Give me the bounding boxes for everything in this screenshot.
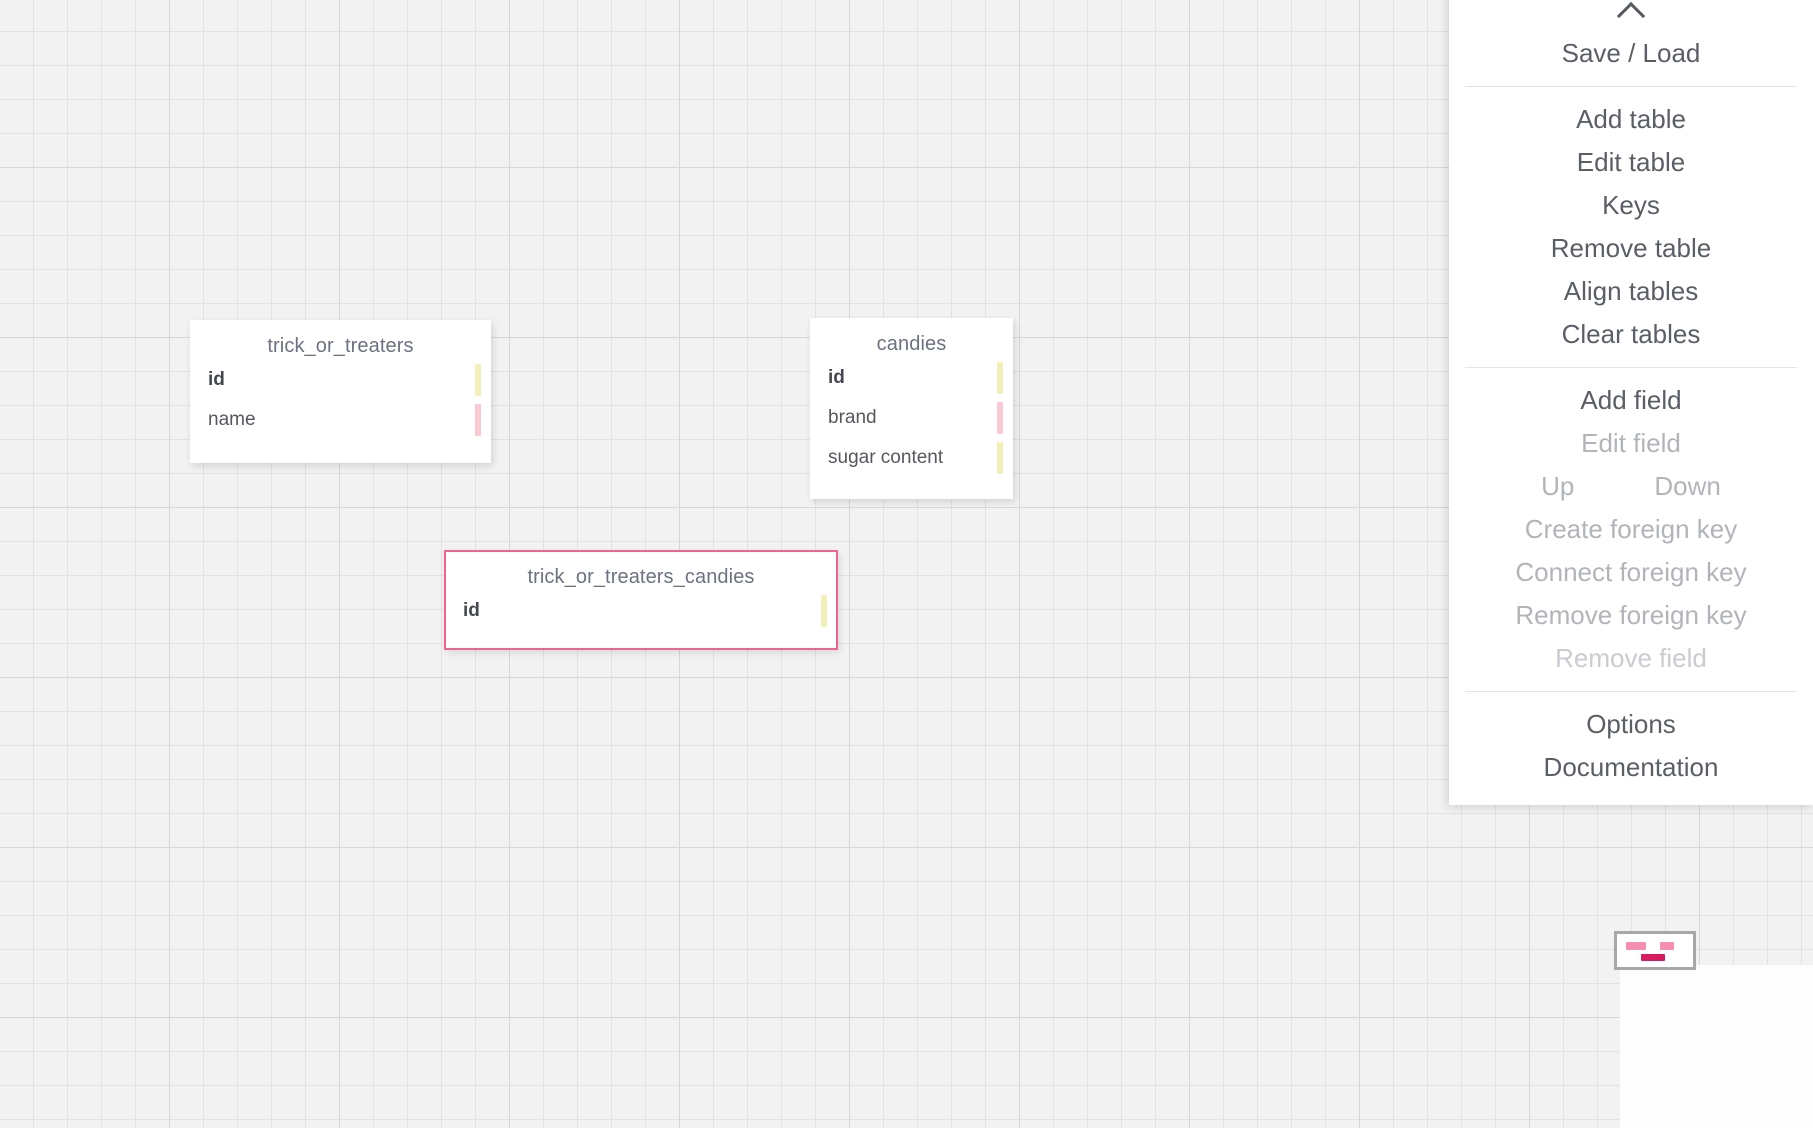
menu-item-create-foreign-key: Create foreign key [1524, 514, 1738, 544]
app-root: trick_or_treatersid name candies id brand sug… [0, 0, 1813, 1128]
menu-item-keys[interactable]: Keys [1449, 184, 1813, 227]
key-indicator-bar [997, 362, 1003, 394]
key-indicator-bar [475, 364, 481, 396]
field-list: id [446, 591, 836, 631]
menu-item-documentation[interactable]: Documentation [1449, 746, 1813, 789]
chevron-up-icon [1616, 1, 1646, 31]
menu-item-add-table[interactable]: Add table [1449, 98, 1813, 141]
field-label: id [828, 367, 845, 388]
minimap-node [1641, 954, 1665, 961]
menu-item-edit-field: Edit field [1581, 428, 1681, 458]
move-field-row: Up Down [1449, 465, 1813, 508]
menu-item-edit-table[interactable]: Edit table [1449, 141, 1813, 184]
menu-item-align-tables[interactable]: Align tables [1449, 270, 1813, 313]
menu-item-save-load[interactable]: Save / Load [1449, 32, 1813, 75]
menu-item-remove-foreign-key: Remove foreign key [1515, 600, 1747, 630]
menu-item-add-field[interactable]: Add field [1449, 379, 1813, 422]
collapse-menu-button[interactable] [1449, 0, 1813, 32]
bottom-overlay-panel [1620, 965, 1813, 1128]
menu-item-move-field-up: Up [1541, 471, 1575, 501]
menu-item-remove-field: Remove field [1555, 643, 1707, 673]
menu-item-options[interactable]: Options [1449, 703, 1813, 746]
menu-separator [1465, 367, 1797, 368]
field-label: brand [828, 407, 877, 428]
menu-item-move-field-down: Down [1654, 471, 1721, 501]
table-card[interactable]: trick_or_treaters_candiesid [444, 550, 838, 650]
minimap-widget[interactable] [1614, 931, 1696, 970]
menu-items-container: Save / Load Add table Edit table Keys Remove… [1449, 32, 1813, 789]
field-row-key[interactable]: id [446, 591, 836, 631]
field-list: id brand sugar content [811, 358, 1012, 478]
menu-separator [1465, 691, 1797, 692]
minimap-node [1626, 942, 1646, 950]
field-list: id name [191, 360, 490, 440]
menu-separator [1465, 86, 1797, 87]
field-indicator-bar [475, 404, 481, 436]
field-row[interactable]: sugar content [811, 438, 1012, 478]
menu-item-connect-foreign-key: Connect foreign key [1515, 557, 1747, 587]
table-title: trick_or_treaters [267, 335, 414, 357]
table-title: trick_or_treaters_candies [527, 566, 755, 588]
menu-item-remove-table[interactable]: Remove table [1449, 227, 1813, 270]
table-title: candies [876, 333, 947, 355]
minimap-node [1660, 942, 1674, 950]
field-row-key[interactable]: id [811, 358, 1012, 398]
field-label: id [463, 600, 480, 621]
field-label: name [208, 409, 256, 430]
field-indicator-bar [997, 402, 1003, 434]
field-label: sugar content [828, 447, 944, 468]
menu-item-clear-tables[interactable]: Clear tables [1449, 313, 1813, 356]
field-label: id [208, 369, 225, 390]
table-card[interactable]: trick_or_treatersid name [190, 320, 491, 463]
field-row[interactable]: name [191, 400, 490, 440]
table-card[interactable]: candies id brand sugar content [810, 318, 1013, 499]
main-menu-panel: Save / Load Add table Edit table Keys Remove… [1449, 0, 1813, 805]
field-row[interactable]: brand [811, 398, 1012, 438]
field-indicator-bar [997, 442, 1003, 474]
field-row-key[interactable]: id [191, 360, 490, 400]
key-indicator-bar [821, 595, 827, 627]
